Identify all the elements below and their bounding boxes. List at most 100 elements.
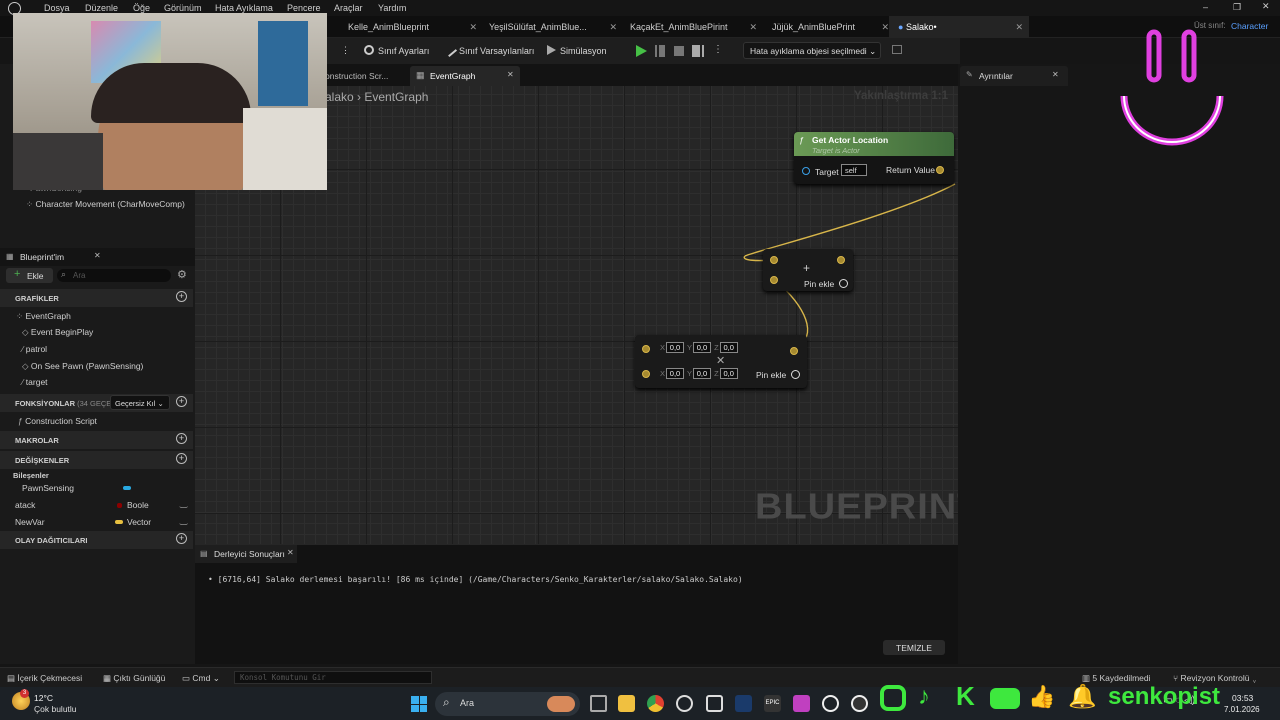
get-actor-location-node[interactable]: ƒ Get Actor Location Target is Actor Tar… [794,132,954,184]
parent-class-link[interactable]: Character [1231,21,1268,31]
vector-a-z-input[interactable]: 0,0 [719,342,738,353]
multiply-output-pin[interactable] [790,347,798,355]
event-item-beginplay[interactable]: ◇ Event BeginPlay [22,327,93,338]
return-value-pin[interactable] [936,166,944,174]
menu-window[interactable]: Pencere [287,3,321,13]
play-options-icon[interactable]: ⋮ [713,44,723,55]
menu-asset[interactable]: Öğe [133,3,150,13]
override-dropdown[interactable]: Geçersiz Kıl ⌄ [110,395,170,410]
add-output-pin[interactable] [837,256,845,264]
cmd-dropdown[interactable]: ▭ Cmd ⌄ [182,673,220,684]
close-tab-icon[interactable]: ✕ [507,70,514,79]
add-pin-label[interactable]: Pin ekle [756,370,786,380]
close-tab-icon[interactable]: ✕ [1052,70,1059,79]
close-tab-icon[interactable]: ✕ [469,22,477,33]
close-window-icon[interactable]: ✕ [1262,1,1270,12]
section-macros[interactable]: MAKROLAR + [0,431,193,449]
console-command-input[interactable]: Konsol Komutunu Gir [234,671,432,684]
add-input-b-pin[interactable] [770,276,778,284]
variable-row-atack[interactable]: atack Boole ‿ [0,497,195,513]
step-icon[interactable] [655,45,665,57]
graph-item-eventgraph[interactable]: ⁘ EventGraph [16,311,71,322]
add-node[interactable]: + Pin ekle [763,249,853,291]
variable-pawnsensing[interactable]: PawnSensing [22,483,74,493]
target-pin[interactable] [802,167,810,175]
vector-b-pin[interactable] [642,370,650,378]
restore-icon[interactable]: ❐ [1233,2,1241,13]
blueprint-search-input[interactable]: ⌕ Ara [57,269,171,282]
menu-tools[interactable]: Araçlar [334,3,363,13]
target-value-field[interactable]: self [841,164,867,176]
taskbar-search-box[interactable]: ⌕ Ara [435,692,580,716]
compiler-results-tab[interactable]: ▤ Derleyici Sonuçları ✕ [195,545,297,563]
purple-app-icon[interactable] [793,695,810,712]
function-item-construction-script[interactable]: ƒ Construction Script [18,416,97,426]
add-function-icon[interactable]: + [176,396,187,407]
add-variable-icon[interactable]: + [176,453,187,464]
windows-start-icon[interactable] [411,696,427,712]
task-view-icon[interactable] [590,695,607,712]
class-settings-button[interactable]: Sınıf Ayarları [364,45,429,56]
add-dispatcher-icon[interactable]: + [176,533,187,544]
menu-edit[interactable]: Düzenle [85,3,118,13]
vector-b-z-input[interactable]: 0,0 [719,368,738,379]
event-item-patrol[interactable]: ⁄ patrol [22,344,47,354]
section-graphs[interactable]: GRAFİKLER + [0,289,193,307]
tab-event-graph[interactable]: ▦ EventGraph ✕ [410,66,520,86]
output-log-button[interactable]: ▦ Çıktı Günlüğü [103,673,165,684]
section-event-dispatchers[interactable]: OLAY DAĞITICILARI + [0,531,193,549]
eject-icon[interactable] [692,45,704,57]
add-pin-label[interactable]: Pin ekle [804,279,834,289]
add-macro-icon[interactable]: + [176,433,187,444]
debug-object-select[interactable]: Hata ayıklama objesi seçilmedi ⌄ [743,42,881,59]
component-item-character-movement[interactable]: ⁘ Character Movement (CharMoveComp) [26,199,185,210]
add-graph-icon[interactable]: + [176,291,187,302]
minimize-icon[interactable]: – [1203,2,1208,12]
close-tab-icon[interactable]: ✕ [1015,22,1023,33]
vector-b-y-input[interactable]: 0,0 [692,368,711,379]
eye-icon[interactable]: ‿ [180,515,187,526]
event-item-target[interactable]: ⁄ target [22,377,48,387]
tab-yesil[interactable]: YeşilSülüfat_AnimBlue... ✕ [477,16,617,38]
variable-row-newvar[interactable]: NewVar Vector ‿ [0,514,195,530]
unreal-engine-icon[interactable] [822,695,839,712]
app-circle-icon[interactable] [676,695,693,712]
settings-gear-icon[interactable]: ⚙ [177,268,187,281]
details-tab[interactable]: ✎ Ayrıntılar ✕ [960,66,1068,86]
event-item-on-see-pawn[interactable]: ◇ On See Pawn (PawnSensing) [22,361,143,372]
close-panel-icon[interactable]: ✕ [94,251,101,260]
menu-file[interactable]: Dosya [44,3,70,13]
class-defaults-button[interactable]: Sınıf Varsayılanları [442,42,534,58]
content-drawer-button[interactable]: ▤ İçerik Çekmecesi [7,673,82,684]
chrome-icon[interactable] [647,695,664,712]
find-icon[interactable] [892,45,902,54]
epic-games-icon[interactable]: EPIC [764,695,781,712]
unreal-engine-active-icon[interactable] [851,695,868,712]
add-pin-icon[interactable] [839,279,848,288]
vector-b-x-input[interactable]: 0,0 [666,368,685,379]
tab-construction-script[interactable]: onstruction Scr... [325,71,388,81]
tab-kelle[interactable]: Kelle_AnimBlueprint ✕ [332,16,477,38]
menu-help[interactable]: Yardım [378,3,406,13]
close-tab-icon[interactable]: ✕ [749,22,757,33]
more-options-icon[interactable]: ⋮ [341,45,350,56]
menu-debug[interactable]: Hata Ayıklama [215,3,273,13]
section-variables[interactable]: DEĞİŞKENLER + [0,451,193,469]
tab-jujuk[interactable]: Jüjük_AnimBluePrint ✕ [757,16,889,38]
vector-a-y-input[interactable]: 0,0 [692,342,711,353]
close-tab-icon[interactable]: ✕ [881,22,889,33]
stop-icon[interactable] [674,46,684,56]
vector-a-x-input[interactable]: 0,0 [666,342,685,353]
clear-button[interactable]: TEMİZLE [883,640,945,655]
app-square-icon[interactable] [706,695,723,712]
tab-salako[interactable]: ● Salako• ✕ [889,16,1029,38]
steam-icon[interactable] [735,695,752,712]
eye-icon[interactable]: ‿ [180,498,187,509]
file-explorer-icon[interactable] [618,695,635,712]
play-icon[interactable] [636,45,647,57]
add-input-a-pin[interactable] [770,256,778,264]
close-tab-icon[interactable]: ✕ [287,548,294,557]
revision-control-button[interactable]: ⑂ Revizyon Kontrolü ⌄ [1173,673,1257,683]
add-button[interactable]: + Ekle [6,268,53,283]
vector-a-pin[interactable] [642,345,650,353]
